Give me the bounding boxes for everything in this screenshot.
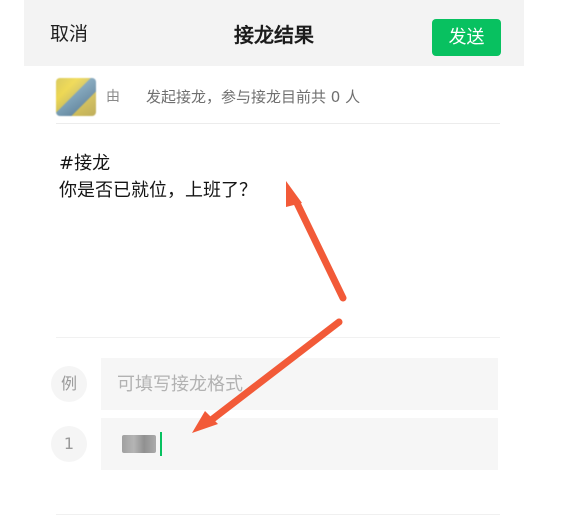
top-divider xyxy=(56,123,500,124)
avatar xyxy=(56,78,96,116)
example-index-badge: 例 xyxy=(51,366,87,402)
example-format-input[interactable] xyxy=(101,358,498,410)
entry-index-badge: 1 xyxy=(51,426,87,462)
entry-row: 1 xyxy=(24,418,524,470)
chain-result-screen: 取消 接龙结果 发送 由 发起接龙，参与接龙目前共 0 人 #接龙 你是否已就位… xyxy=(24,0,524,519)
top-bar: 取消 接龙结果 发送 xyxy=(24,0,524,66)
initiator-row: 由 发起接龙，参与接龙目前共 0 人 xyxy=(24,72,524,122)
initiator-label: 由 xyxy=(106,89,120,105)
redacted-entry-text xyxy=(122,435,156,453)
send-button[interactable]: 发送 xyxy=(432,19,501,56)
example-row: 例 xyxy=(24,358,524,410)
text-caret xyxy=(160,432,162,456)
bottom-divider xyxy=(56,514,500,515)
content-divider xyxy=(56,337,500,338)
chain-content: #接龙 你是否已就位，上班了？ xyxy=(59,153,257,201)
participant-summary: 发起接龙，参与接龙目前共 0 人 xyxy=(146,88,361,106)
